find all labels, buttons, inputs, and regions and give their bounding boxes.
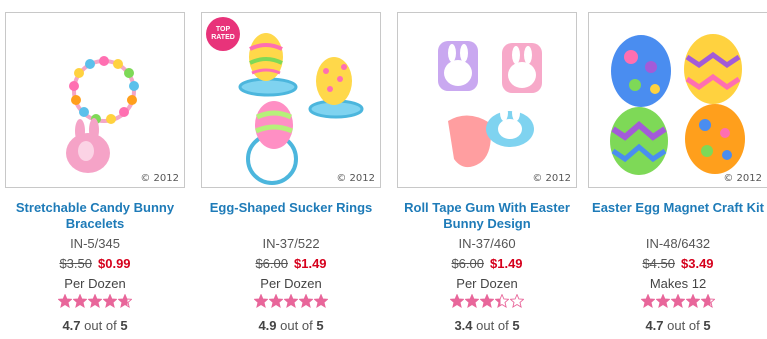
product-unit: Per Dozen [260,276,322,291]
original-price: $6.00 [255,256,288,271]
star-rating [588,294,767,308]
star-icon [299,294,313,308]
rating-suffix: out of [84,318,117,333]
product-name-link[interactable]: Roll Tape Gum With Easter Bunny Design [397,200,577,232]
product-name-link[interactable]: Easter Egg Magnet Craft Kit [588,200,767,216]
sale-price: $1.49 [294,256,327,271]
copyright-label: © 2012 [336,173,375,184]
sale-price: $3.49 [681,256,714,271]
star-icon [254,294,268,308]
product-price: $4.50 $3.49 [588,256,767,271]
star-icon [269,294,283,308]
product-unit: Per Dozen [64,276,126,291]
copyright-label: © 2012 [723,173,762,184]
rating-text: 4.7 out of 5 [588,318,767,333]
roll-tape-gum-image [438,41,542,168]
candy-bracelet-image [66,56,139,173]
rating-value: 3.4 [454,318,473,333]
product-image[interactable]: © 2012 [588,12,767,188]
product-sku: IN-48/6432 [645,236,711,251]
star-icon [58,294,72,308]
rating-max: 5 [703,318,711,333]
star-icon [450,294,464,308]
product-unit: Per Dozen [456,276,518,291]
star-icon [656,294,670,308]
star-icon [480,294,494,308]
product-name-link[interactable]: Egg-Shaped Sucker Rings [201,200,381,216]
product-image[interactable]: © 2012 [5,12,185,188]
star-icon [73,294,87,308]
star-icon [314,294,328,308]
star-icon [671,294,685,308]
rating-value: 4.7 [645,318,664,333]
star-icon [88,294,102,308]
star-icon [118,294,132,308]
original-price: $6.00 [451,256,484,271]
rating-suffix: out of [280,318,313,333]
rating-text: 4.7 out of 5 [5,318,185,333]
product-unit: Makes 12 [649,276,707,291]
star-rating [201,294,381,308]
rating-value: 4.9 [258,318,277,333]
product-sku: IN-37/460 [458,236,516,251]
copyright-label: © 2012 [140,173,179,184]
rating-suffix: out of [667,318,700,333]
product-sku: IN-37/522 [262,236,320,251]
rating-suffix: out of [476,318,509,333]
star-icon [495,294,509,308]
product-image[interactable]: TOP RATED © 2012 [201,12,381,188]
rating-value: 4.7 [62,318,81,333]
product-price: $3.50 $0.99 [5,256,185,271]
star-icon [641,294,655,308]
product-price: $6.00 $1.49 [397,256,577,271]
star-icon [284,294,298,308]
rating-text: 4.9 out of 5 [201,318,381,333]
original-price: $3.50 [59,256,92,271]
top-rated-badge: TOP RATED [206,17,240,51]
rating-max: 5 [512,318,520,333]
copyright-label: © 2012 [532,173,571,184]
egg-magnets-image [610,34,745,175]
star-icon [701,294,715,308]
original-price: $4.50 [642,256,675,271]
star-rating [5,294,185,308]
star-icon [686,294,700,308]
sale-price: $0.99 [98,256,131,271]
rating-max: 5 [316,318,324,333]
product-name-link[interactable]: Stretchable Candy Bunny Bracelets [5,200,185,232]
product-price: $6.00 $1.49 [201,256,381,271]
star-icon [103,294,117,308]
product-sku: IN-5/345 [70,236,120,251]
star-icon [465,294,479,308]
star-icon [510,294,524,308]
rating-max: 5 [120,318,128,333]
star-rating [397,294,577,308]
sale-price: $1.49 [490,256,523,271]
rating-text: 3.4 out of 5 [397,318,577,333]
product-image[interactable]: © 2012 [397,12,577,188]
